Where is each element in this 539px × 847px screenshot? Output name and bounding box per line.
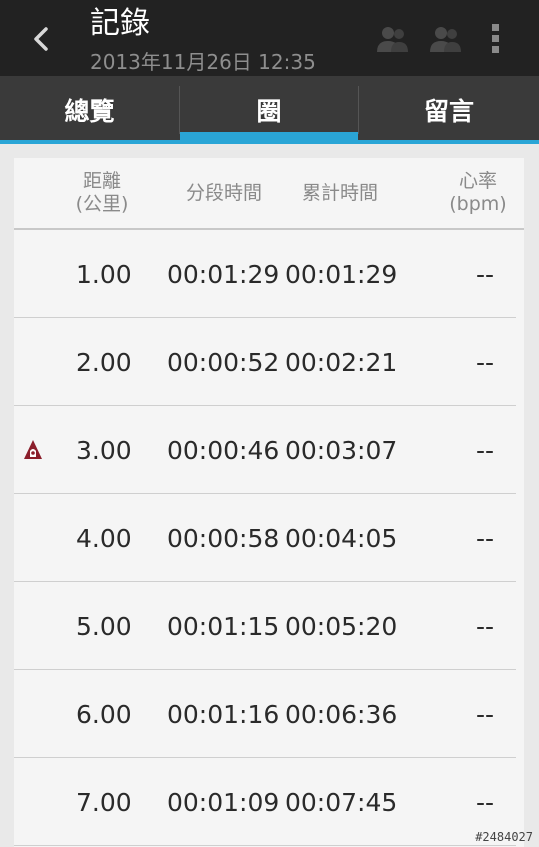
lap-distance: 7.00	[76, 787, 132, 817]
header-distance-label: 距離	[82, 170, 121, 192]
overflow-menu-icon[interactable]	[486, 22, 504, 56]
lap-distance: 2.00	[76, 347, 132, 377]
header-total-time: 累計時間	[301, 182, 378, 204]
lap-total-time: 00:03:07	[285, 435, 398, 465]
lap-split-time: 00:00:46	[167, 435, 280, 465]
lap-distance: 3.00	[76, 435, 132, 465]
lap-heart-rate: --	[476, 435, 495, 465]
lap-distance: 6.00	[76, 699, 132, 729]
header-heart-rate-unit: (bpm)	[449, 193, 507, 215]
action-bar: 記錄 2013年11月26日 12:35	[0, 0, 539, 76]
lap-split-time: 00:01:09	[167, 787, 280, 817]
lap-split-time: 00:01:15	[167, 611, 280, 641]
header-heart-rate-label: 心率	[458, 170, 497, 192]
table-row[interactable]: 5.00 00:01:15 00:05:20 --	[14, 582, 524, 670]
lap-heart-rate: --	[476, 699, 495, 729]
back-arrow-icon[interactable]	[26, 22, 60, 56]
record-datetime: 2013年11月26日 12:35	[90, 50, 316, 74]
group-share-icon[interactable]	[428, 24, 464, 54]
lap-distance: 5.00	[76, 611, 132, 641]
lap-total-time: 00:01:29	[285, 259, 398, 289]
page-title: 記錄	[90, 6, 150, 41]
laps-table: 距離 (公里) 分段時間 累計時間 心率 (bpm) 1.00 00:01:29 0…	[14, 158, 524, 847]
tab-overview[interactable]: 總覽	[0, 76, 179, 144]
lap-total-time: 00:07:45	[285, 787, 398, 817]
header-distance: 距離 (公里)	[70, 170, 134, 216]
tab-bar-underline	[0, 140, 539, 144]
lap-split-time: 00:00:58	[167, 523, 280, 553]
table-row[interactable]: 2.00 00:00:52 00:02:21 --	[14, 318, 524, 406]
header-split-time: 分段時間	[185, 182, 262, 204]
table-row[interactable]: 3.00 00:00:46 00:03:07 --	[14, 406, 524, 494]
lap-split-time: 00:01:29	[167, 259, 280, 289]
lap-heart-rate: --	[476, 259, 495, 289]
lap-heart-rate: --	[476, 523, 495, 553]
tab-overview-label: 總覽	[64, 97, 115, 126]
tab-comments-label: 留言	[423, 97, 474, 126]
lap-total-time: 00:05:20	[285, 611, 398, 641]
lap-heart-rate: --	[476, 347, 495, 377]
selected-tab-indicator	[180, 132, 358, 140]
lap-total-time: 00:02:21	[285, 347, 398, 377]
lap-split-time: 00:00:52	[167, 347, 280, 377]
connections-icon[interactable]	[375, 24, 411, 54]
lap-distance: 1.00	[76, 259, 132, 289]
lap-distance: 4.00	[76, 523, 132, 553]
table-row[interactable]: 1.00 00:01:29 00:01:29 --	[14, 230, 524, 318]
lap-total-time: 00:04:05	[285, 523, 398, 553]
tab-laps-label: 圈	[256, 97, 282, 126]
lap-split-time: 00:01:16	[167, 699, 280, 729]
tab-comments[interactable]: 留言	[359, 76, 539, 144]
table-row[interactable]: 6.00 00:01:16 00:06:36 --	[14, 670, 524, 758]
row-divider	[14, 845, 516, 846]
lap-total-time: 00:06:36	[285, 699, 398, 729]
watermark: #2484027	[475, 830, 533, 844]
header-heart-rate: 心率 (bpm)	[446, 170, 510, 216]
lap-heart-rate: --	[476, 611, 495, 641]
header-distance-unit: (公里)	[75, 193, 129, 215]
table-row[interactable]: 4.00 00:00:58 00:04:05 --	[14, 494, 524, 582]
lap-marker-icon	[24, 440, 42, 459]
table-row[interactable]: 7.00 00:01:09 00:07:45 --	[14, 758, 524, 846]
